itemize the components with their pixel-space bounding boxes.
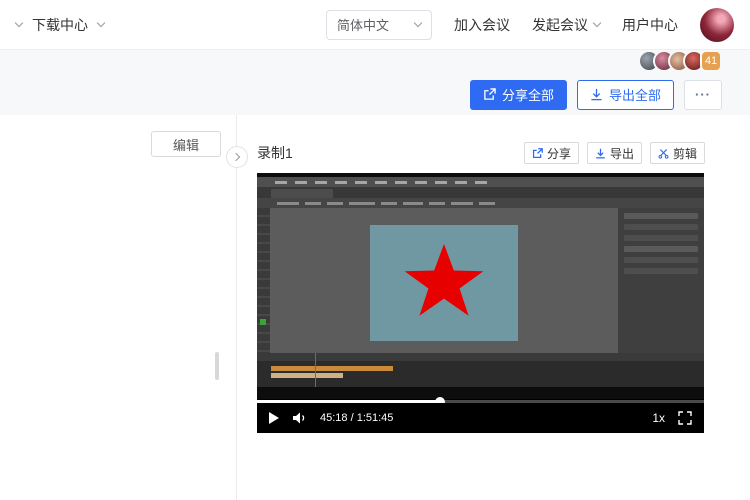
editor-toolbar — [257, 208, 270, 353]
download-icon — [596, 148, 605, 158]
page-title[interactable]: 下载中心 — [32, 15, 88, 35]
recordings-sidebar: 编辑 — [0, 115, 237, 500]
start-meeting-link[interactable]: 发起会议 — [532, 15, 602, 35]
topbar-right: 简体中文 加入会议 发起会议 用户中心 — [326, 7, 734, 42]
share-all-button[interactable]: 分享全部 — [469, 79, 567, 110]
share-label: 分享 — [546, 146, 571, 161]
start-meeting-label: 发起会议 — [532, 16, 588, 33]
recording-actions: 分享 导出 剪辑 — [523, 142, 705, 164]
participant-count-badge: 41 — [700, 49, 722, 72]
timeline-clip — [271, 366, 393, 371]
chevron-down-icon[interactable] — [96, 18, 106, 28]
language-select-value: 简体中文 — [337, 18, 390, 33]
player-controls: 45:18 / 1:51:45 1x — [257, 403, 704, 433]
red-star — [404, 244, 484, 316]
editor-menubar — [257, 177, 704, 187]
recording-title: 录制1 — [257, 145, 293, 161]
volume-icon[interactable] — [292, 411, 307, 425]
share-all-label: 分享全部 — [501, 88, 554, 103]
time-display: 45:18 / 1:51:45 — [320, 412, 394, 424]
editor-tab — [271, 189, 333, 198]
chevron-right-icon — [231, 152, 241, 162]
sidebar-collapse-handle[interactable] — [226, 146, 248, 168]
share-icon — [532, 147, 543, 158]
edit-button[interactable]: 编辑 — [151, 131, 221, 157]
language-select[interactable]: 简体中文 — [326, 9, 432, 40]
more-button[interactable]: ··· — [684, 79, 722, 110]
clip-icon — [658, 148, 669, 159]
chevron-down-icon — [413, 18, 423, 28]
recording-toolbar: 41 分享全部 导出全部 ··· — [0, 49, 750, 115]
editor-right-panel — [618, 208, 704, 353]
download-icon — [591, 88, 602, 101]
editor-canvas — [270, 208, 618, 353]
user-avatar[interactable] — [700, 7, 734, 42]
collapse-arrow-icon[interactable] — [14, 18, 24, 28]
bulk-actions: 分享全部 导出全部 ··· — [469, 79, 722, 110]
share-icon — [484, 88, 496, 100]
export-all-button[interactable]: 导出全部 — [576, 79, 674, 110]
fullscreen-icon[interactable] — [678, 411, 692, 425]
recording-detail: 录制1 分享 导出 剪辑 45:18 / 1:51:45 1x — [237, 115, 750, 500]
editor-timeline — [257, 353, 704, 387]
participant-avatars[interactable]: 41 — [638, 49, 722, 72]
timeline-clip — [271, 373, 343, 378]
video-frame — [257, 173, 704, 399]
playback-speed[interactable]: 1x — [652, 411, 665, 425]
share-button[interactable]: 分享 — [523, 142, 579, 164]
topbar: 下载中心 简体中文 加入会议 发起会议 用户中心 — [0, 0, 750, 50]
editor-propbar — [257, 198, 704, 208]
play-button[interactable] — [269, 412, 279, 424]
color-swatch — [260, 319, 266, 325]
join-meeting-link[interactable]: 加入会议 — [454, 15, 510, 35]
topbar-left: 下载中心 — [14, 15, 106, 35]
clip-button[interactable]: 剪辑 — [649, 142, 705, 164]
user-center-link[interactable]: 用户中心 — [622, 15, 678, 35]
editor-stage — [370, 225, 518, 341]
timeline-playhead — [315, 353, 316, 387]
clip-label: 剪辑 — [672, 146, 697, 161]
video-player[interactable]: 45:18 / 1:51:45 1x — [257, 173, 704, 433]
export-label: 导出 — [609, 146, 634, 161]
editor-tabbar — [257, 187, 704, 198]
export-all-label: 导出全部 — [608, 88, 661, 103]
chevron-down-icon — [592, 18, 602, 28]
main-area: 编辑 录制1 分享 导出 剪辑 45:18 / 1:51:45 1x — [0, 115, 750, 500]
export-button[interactable]: 导出 — [586, 142, 642, 164]
sidebar-scrollbar[interactable] — [215, 352, 219, 380]
recording-header: 录制1 分享 导出 剪辑 — [257, 141, 705, 165]
